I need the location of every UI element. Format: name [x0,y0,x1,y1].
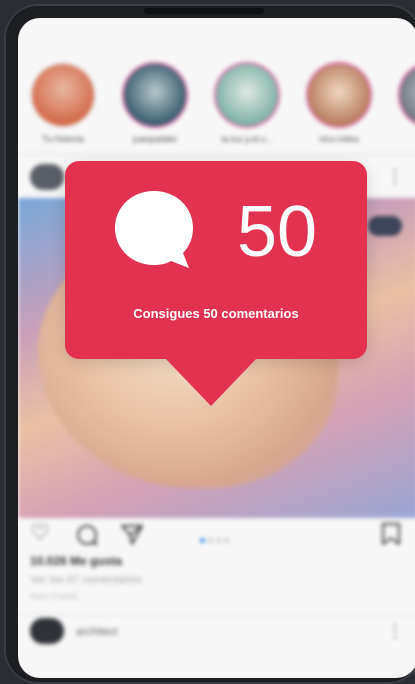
carousel-dots [200,530,240,543]
popup-caption: Consigues 50 comentarios [133,306,299,321]
stories-bar: Tu historia juanpadalo la.luz.y.el.v... [26,62,415,162]
bookmark-icon[interactable] [380,522,402,546]
post-actions: ♡ [18,520,415,550]
story-item[interactable]: la.luz.y.el.v... [210,62,284,144]
story-ring [30,62,96,128]
story-ring [122,62,188,128]
post-username[interactable]: architect [76,626,118,638]
more-options-icon[interactable]: ⋮ [386,621,404,642]
avatar [216,64,278,126]
more-options-icon[interactable]: ⋮ [386,166,404,187]
story-ring [214,62,280,128]
avatar [124,64,186,126]
send-icon[interactable] [120,524,144,546]
avatar[interactable] [30,164,64,190]
photo-count-badge [368,216,402,236]
divider [18,154,415,155]
story-item[interactable]: juanpadalo [118,62,192,144]
avatar[interactable] [30,618,64,644]
comment-icon[interactable] [76,524,98,546]
divider [18,614,415,615]
view-comments-link[interactable]: Ver los 97 comentarios [30,574,142,586]
story-label: flavi [394,134,415,144]
avatar [32,64,94,126]
notification-popup: 50 Consigues 50 comentarios [65,161,367,359]
phone-speaker [144,8,264,14]
avatar [400,64,415,126]
story-item[interactable]: nico.milos [302,62,376,144]
story-label: juanpadalo [132,134,178,144]
popup-tail [165,358,257,406]
comment-bubble-icon [115,191,193,268]
story-label: nico.milos [318,134,359,144]
comment-count: 50 [237,192,318,272]
story-label: Tu historia [42,134,84,144]
heart-icon[interactable]: ♡ [30,522,50,544]
avatar [308,64,370,126]
likes-count[interactable]: 10.026 Me gusta [30,554,122,568]
story-ring [398,62,415,128]
story-item[interactable]: flavi [394,62,415,144]
story-item[interactable]: Tu historia [26,62,100,144]
post-time: Hace 4 horas [30,592,78,601]
story-ring [306,62,372,128]
story-label: la.luz.y.el.v... [221,134,273,144]
